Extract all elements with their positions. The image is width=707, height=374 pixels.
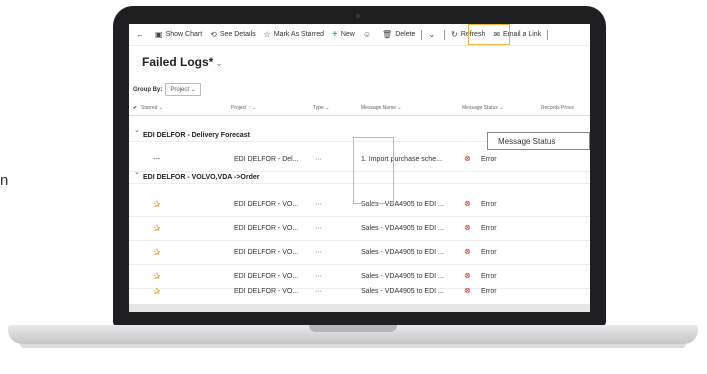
details-icon: ⟲ (210, 30, 217, 39)
column-header-message-status[interactable]: Message Status ⌄ (462, 105, 503, 111)
chevron-down-icon: ⌄ (134, 127, 140, 134)
chevron-down-icon: ⌄ (190, 87, 196, 93)
table-row[interactable]: ✰ EDI DELFOR - VO... ··· Sales - VDA4905… (129, 241, 590, 265)
group-by: Group By: Project ⌄ (133, 83, 201, 96)
chevron-down-icon: ⌄ (134, 169, 140, 176)
message-status-cell: Error (481, 273, 497, 280)
star-icon[interactable]: ✰ (153, 247, 161, 258)
project-cell[interactable]: EDI DELFOR - Del... (234, 156, 299, 163)
table-row[interactable]: ✰ EDI DELFOR - VO... ··· Sales - VDA4905… (129, 280, 590, 304)
star-icon[interactable]: ✰ (153, 286, 161, 297)
column-header-message-name[interactable]: Message Name ⌄ (361, 105, 402, 111)
smiley-icon: ☺ (362, 30, 372, 39)
star-icon: ☆ (263, 30, 271, 39)
webcam (356, 14, 360, 18)
chevron-down-icon: ⌄ (428, 30, 436, 39)
grid-header: ✔ Starred ⌄ Project ↑ ⌄ Type ⌄ Message N… (129, 100, 590, 116)
type-cell: ··· (315, 249, 322, 256)
plus-icon: + (332, 29, 338, 40)
new-button[interactable]: + New (328, 24, 359, 45)
trash-icon: 🗑 (382, 30, 393, 39)
laptop-shadow (20, 344, 686, 348)
type-cell: ··· (315, 273, 322, 280)
message-status-cell: Error (481, 249, 497, 256)
error-icon: ⊗ (464, 154, 471, 163)
view-selector[interactable]: Failed Logs* ⌄ (142, 55, 223, 69)
horizontal-scrollbar[interactable] (129, 304, 590, 312)
divider (547, 29, 549, 40)
mark-as-starred-button[interactable]: ☆ Mark As Starred (260, 24, 328, 45)
message-status-cell: Error (481, 225, 497, 232)
column-header-starred[interactable]: Starred ⌄ (141, 105, 163, 111)
more-dropdown[interactable]: ⌄ (424, 24, 442, 45)
message-status-cell: Error (481, 156, 497, 163)
divider (444, 29, 446, 40)
project-cell[interactable]: EDI DELFOR - VO... (234, 273, 298, 280)
error-icon: ⊗ (464, 286, 471, 295)
column-header-project[interactable]: Project ↑ ⌄ (231, 105, 256, 111)
see-details-button[interactable]: ⟲ See Details (206, 24, 260, 45)
message-name-cell: Sales - VDA4905 to EDI ... (361, 225, 444, 232)
message-status-tooltip: Message Status (487, 132, 590, 150)
type-cell: ··· (315, 288, 322, 295)
message-name-highlight-box (353, 137, 394, 204)
message-name-cell: Sales - VDA4905 to EDI ... (361, 273, 444, 280)
group-title: EDI DELFOR - VOLVO,VDA ->Order (143, 174, 260, 181)
page-title: Failed Logs* (142, 55, 214, 69)
chevron-down-icon: ⌄ (215, 58, 223, 68)
project-cell[interactable]: EDI DELFOR - VO... (234, 249, 298, 256)
divider (421, 29, 423, 40)
column-header-records[interactable]: Records Proce (541, 105, 574, 111)
starred-cell: --- (153, 156, 160, 163)
error-icon: ⊗ (464, 271, 471, 280)
column-header-type[interactable]: Type ⌄ (313, 105, 329, 111)
chart-icon: ▣ (155, 30, 163, 39)
back-arrow-icon: ← (136, 30, 144, 39)
message-status-cell: Error (481, 201, 497, 208)
laptop-screen: ← ▣ Show Chart ⟲ See Details ☆ Mark As Star… (129, 24, 590, 312)
group-title: EDI DELFOR - Delivery Forecast (143, 132, 250, 139)
type-cell: ··· (315, 201, 322, 208)
show-chart-button[interactable]: ▣ Show Chart (151, 24, 206, 45)
message-status-cell: Error (481, 288, 497, 295)
project-cell[interactable]: EDI DELFOR - VO... (234, 225, 298, 232)
feedback-button[interactable]: ☺ (359, 24, 378, 45)
group-by-label: Group By: (133, 86, 163, 93)
command-bar: ← ▣ Show Chart ⟲ See Details ☆ Mark As Star… (129, 24, 590, 46)
error-icon: ⊗ (464, 247, 471, 256)
type-cell: ··· (315, 225, 322, 232)
laptop-notch (309, 325, 397, 332)
refresh-icon: ↻ (451, 30, 458, 39)
error-icon: ⊗ (464, 223, 471, 232)
refresh-highlight-box (468, 24, 510, 45)
type-cell: ··· (315, 156, 322, 163)
error-icon: ⊗ (464, 199, 471, 208)
back-button[interactable]: ← (132, 24, 151, 45)
table-row[interactable]: ✰ EDI DELFOR - VO... ··· Sales - VDA4905… (129, 217, 590, 241)
select-all-checkbox[interactable]: ✔ (133, 105, 137, 111)
project-cell[interactable]: EDI DELFOR - VO... (234, 201, 298, 208)
star-icon[interactable]: ✰ (153, 223, 161, 234)
star-icon[interactable]: ✰ (153, 199, 161, 210)
message-name-cell: Sales - VDA4905 to EDI ... (361, 288, 444, 295)
delete-button[interactable]: 🗑 Delete (378, 24, 419, 45)
message-name-cell: Sales - VDA4905 to EDI ... (361, 249, 444, 256)
project-cell[interactable]: EDI DELFOR - VO... (234, 288, 298, 295)
group-by-select[interactable]: Project ⌄ (165, 83, 201, 96)
partial-text: n (0, 172, 9, 189)
